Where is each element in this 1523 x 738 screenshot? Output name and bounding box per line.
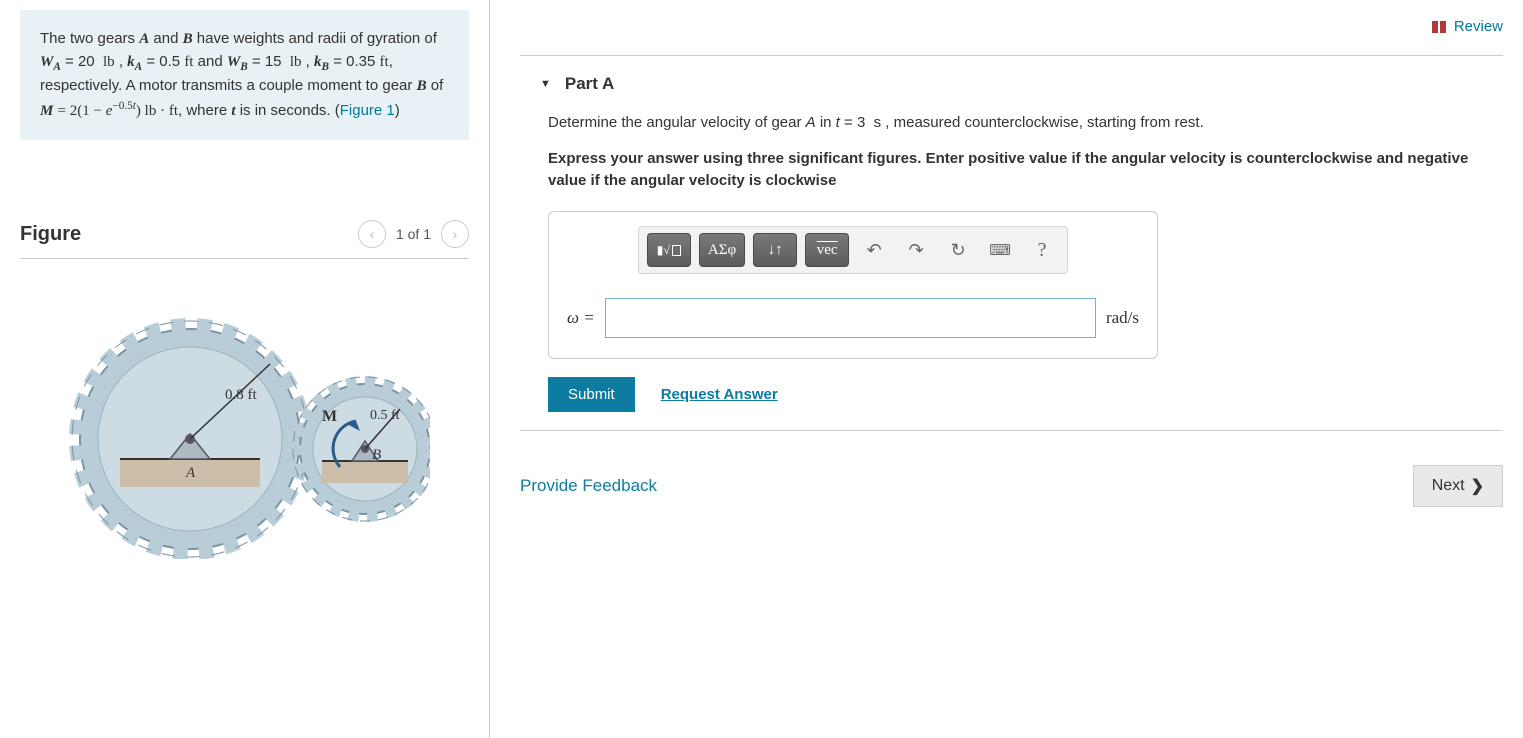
next-button[interactable]: Next ❯ [1413,465,1503,507]
part-title: Part A [565,74,614,94]
review-link[interactable]: Review [1432,18,1503,35]
answer-label: ω = [567,308,595,328]
figure-counter: 1 of 1 [396,226,431,242]
left-panel: The two gears A and B have weights and r… [0,0,490,738]
templates-button[interactable]: ▮√ [647,233,691,267]
answer-input[interactable] [605,298,1096,338]
figure-image: 0.8 ft A 0.5 ft B [10,259,479,599]
label-B: B [372,447,381,463]
label-M: M [322,408,337,425]
reset-button[interactable]: ↻ [941,233,975,267]
vec-button[interactable]: vec [805,233,849,267]
problem-statement: The two gears A and B have weights and r… [20,10,469,140]
book-icon [1432,20,1448,34]
label-A: A [185,465,196,481]
part-box: ▼ Part A Determine the angular velocity … [520,55,1503,431]
label-rB: 0.5 ft [370,408,400,423]
figure-title: Figure [20,223,81,246]
greek-button[interactable]: ΑΣφ [699,233,745,267]
submit-button[interactable]: Submit [548,377,635,412]
subsup-button[interactable]: ↓↑ [753,233,797,267]
answer-units: rad/s [1106,308,1139,328]
label-rA: 0.8 ft [225,387,257,403]
instruction-text: Express your answer using three signific… [548,148,1483,192]
question-text: Determine the angular velocity of gear A… [548,112,1483,134]
answer-widget: ▮√ ΑΣφ ↓↑ vec ↶ ↷ ↻ ⌨ ? ω = rad/s [548,211,1158,359]
right-panel: Review ▼ Part A Determine the angular ve… [490,0,1523,738]
chevron-right-icon: ❯ [1471,476,1484,496]
equation-toolbar: ▮√ ΑΣφ ↓↑ vec ↶ ↷ ↻ ⌨ ? [638,226,1068,274]
keyboard-button[interactable]: ⌨ [983,233,1017,267]
redo-button[interactable]: ↷ [899,233,933,267]
undo-button[interactable]: ↶ [857,233,891,267]
provide-feedback-link[interactable]: Provide Feedback [520,476,657,496]
figure-link[interactable]: Figure 1 [340,102,395,119]
request-answer-link[interactable]: Request Answer [661,386,778,403]
figure-next-button[interactable]: › [441,220,469,248]
figure-prev-button[interactable]: ‹ [358,220,386,248]
figure-header: Figure ‹ 1 of 1 › [20,220,469,259]
collapse-caret-icon[interactable]: ▼ [540,78,551,90]
help-button[interactable]: ? [1025,233,1059,267]
